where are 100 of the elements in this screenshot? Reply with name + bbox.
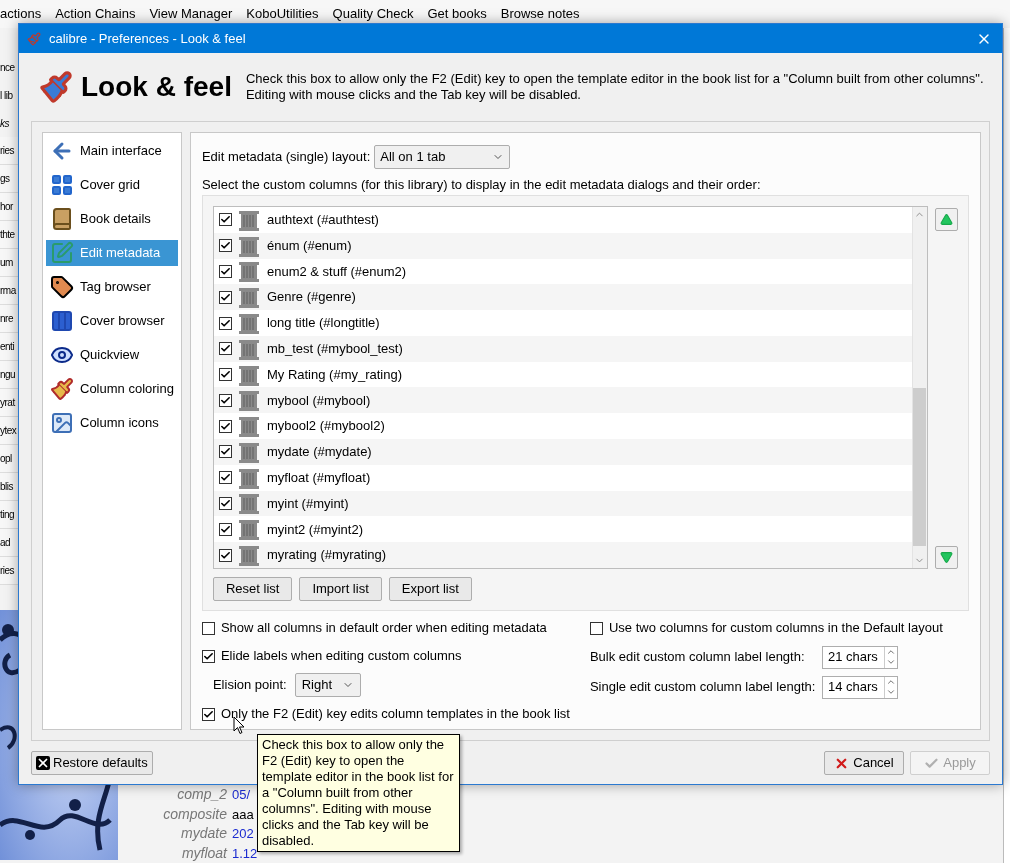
pillar-icon [237, 415, 260, 438]
checkbox[interactable] [589, 621, 603, 635]
category-item[interactable]: opl [0, 445, 18, 473]
cancel-button[interactable]: Cancel [824, 751, 904, 775]
pillar-icon [237, 389, 260, 412]
menu-item[interactable]: actions [0, 4, 42, 24]
checkbox[interactable] [218, 316, 232, 330]
field-label: myfloat [180, 843, 227, 863]
category-item[interactable]: rma [0, 277, 18, 305]
sidebar-item[interactable]: Book details [46, 206, 178, 232]
pillar-icon [237, 492, 260, 515]
column-name: mybool2 (#mybool2) [266, 417, 385, 436]
checkbox[interactable] [201, 707, 215, 721]
sidebar-item[interactable]: Quickview [46, 342, 178, 368]
column-row[interactable]: mb_test (#mybool_test) [213, 335, 912, 362]
restore-defaults-button[interactable]: Restore defaults [31, 751, 153, 775]
spin-field[interactable]: 14 chars [821, 675, 898, 699]
elision-dropdown[interactable]: Right [294, 673, 361, 697]
category-item[interactable]: yrat [0, 389, 18, 417]
columns-icon [50, 309, 74, 333]
sidebar-item[interactable]: Column icons [46, 410, 178, 436]
field-value: 202 [232, 825, 254, 843]
checkbox[interactable] [201, 649, 215, 663]
tooltip: Check this box to allow only the F2 (Edit) key to open the template editor in the book list for a "Column built from other columns". Editing with mouse clicks and the Tab key will be disabled. [257, 734, 460, 852]
column-row[interactable]: Genre (#genre) [213, 284, 912, 311]
menu-item[interactable]: Browse notes [500, 4, 580, 24]
checkbox[interactable] [218, 497, 232, 510]
layout-dropdown[interactable]: All on 1 tab [374, 145, 511, 169]
column-name: mb_test (#mybool_test) [266, 340, 403, 359]
column-row[interactable]: myint (#myint) [213, 490, 912, 517]
category-item[interactable]: hor [0, 193, 18, 221]
menu-item[interactable]: Action Chains [55, 4, 136, 24]
menu-item[interactable]: Quality Check [332, 4, 414, 24]
category-item[interactable]: ries [0, 137, 18, 165]
pillar-icon [237, 260, 260, 283]
menu-item[interactable]: KoboUtilities [246, 4, 319, 24]
field-label: comp_2 [176, 785, 227, 805]
pillar-icon [237, 466, 260, 489]
pillar-icon [237, 234, 260, 257]
category-item[interactable]: ytex [0, 417, 18, 445]
scroll-thumb[interactable] [913, 388, 927, 546]
category-item[interactable]: enti [0, 333, 18, 361]
category-item[interactable]: ad [0, 529, 18, 557]
toolbar-label[interactable]: l lib [0, 81, 18, 109]
layout-label: Edit metadata (single) layout: [201, 148, 371, 167]
pillar-icon [237, 208, 260, 231]
grid-icon [50, 173, 74, 197]
move-down-button[interactable] [934, 546, 958, 569]
checkbox[interactable] [218, 239, 232, 253]
column-name: myint2 (#myint2) [266, 520, 363, 539]
menu-item[interactable]: Get books [427, 4, 487, 24]
pillar-icon [237, 544, 260, 567]
checkbox[interactable] [218, 213, 232, 227]
checkbox[interactable] [201, 621, 215, 635]
category-item[interactable]: um [0, 249, 18, 277]
sidebar-item[interactable]: Cover browser [46, 308, 178, 334]
category-item[interactable]: nre [0, 305, 18, 333]
sidebar-item[interactable]: Cover grid [46, 172, 178, 198]
category-item[interactable]: gs [0, 165, 18, 193]
checkbox[interactable] [218, 368, 232, 382]
pillar-icon [237, 518, 260, 541]
menu-item[interactable]: View Manager [149, 4, 233, 24]
list-button[interactable]: Export list [388, 577, 472, 601]
option-label: Bulk edit custom column label length: [589, 648, 806, 667]
spin-down-icon [885, 657, 896, 667]
image-icon [50, 411, 74, 435]
column-row[interactable]: myrating (#myrating) [213, 542, 912, 568]
triangle-down-icon [939, 551, 953, 564]
toolbar-label[interactable]: nce [0, 53, 18, 81]
checkbox[interactable] [218, 548, 232, 562]
sidebar-item[interactable]: Tag browser [46, 274, 178, 300]
category-item[interactable]: ngu [0, 361, 18, 389]
checkbox[interactable] [218, 393, 232, 407]
checkbox[interactable] [218, 342, 232, 356]
category-item[interactable]: ries [0, 557, 18, 585]
list-button[interactable]: Import list [299, 577, 382, 601]
column-name: My Rating (#my_rating) [266, 365, 403, 384]
pillar-icon [237, 312, 260, 334]
checkbox[interactable] [218, 264, 232, 278]
checkbox[interactable] [218, 290, 232, 304]
column-row[interactable]: énum (#enum) [213, 232, 912, 259]
checkbox[interactable] [218, 522, 232, 536]
column-row[interactable]: mybool (#mybool) [213, 387, 912, 414]
checkbox[interactable] [218, 471, 232, 485]
spin-field[interactable]: 21 chars [821, 645, 898, 669]
move-up-button[interactable] [934, 208, 958, 231]
category-item[interactable]: thte [0, 221, 18, 249]
sidebar-item[interactable]: Main interface [46, 138, 178, 164]
option-label: Elide labels when editing custom columns [220, 647, 462, 666]
column-name: myfloat (#myfloat) [266, 468, 371, 487]
description: Check this box to allow only the F2 (Edit) key to open the template editor in the book list for a "Column built from other columns". Editing with mouse clicks and the Tab key will be disabled. [245, 71, 985, 103]
column-row[interactable]: mydate (#mydate) [213, 439, 912, 465]
sidebar-item[interactable]: Column coloring [46, 376, 178, 402]
category-item[interactable]: ting [0, 501, 18, 529]
list-button[interactable]: Reset list [212, 577, 293, 601]
category-item[interactable]: blis [0, 473, 18, 501]
column-name: mybool (#mybool) [266, 391, 371, 410]
checkbox[interactable] [218, 419, 232, 433]
checkbox[interactable] [218, 445, 232, 459]
field-value: 05/ [232, 786, 251, 804]
